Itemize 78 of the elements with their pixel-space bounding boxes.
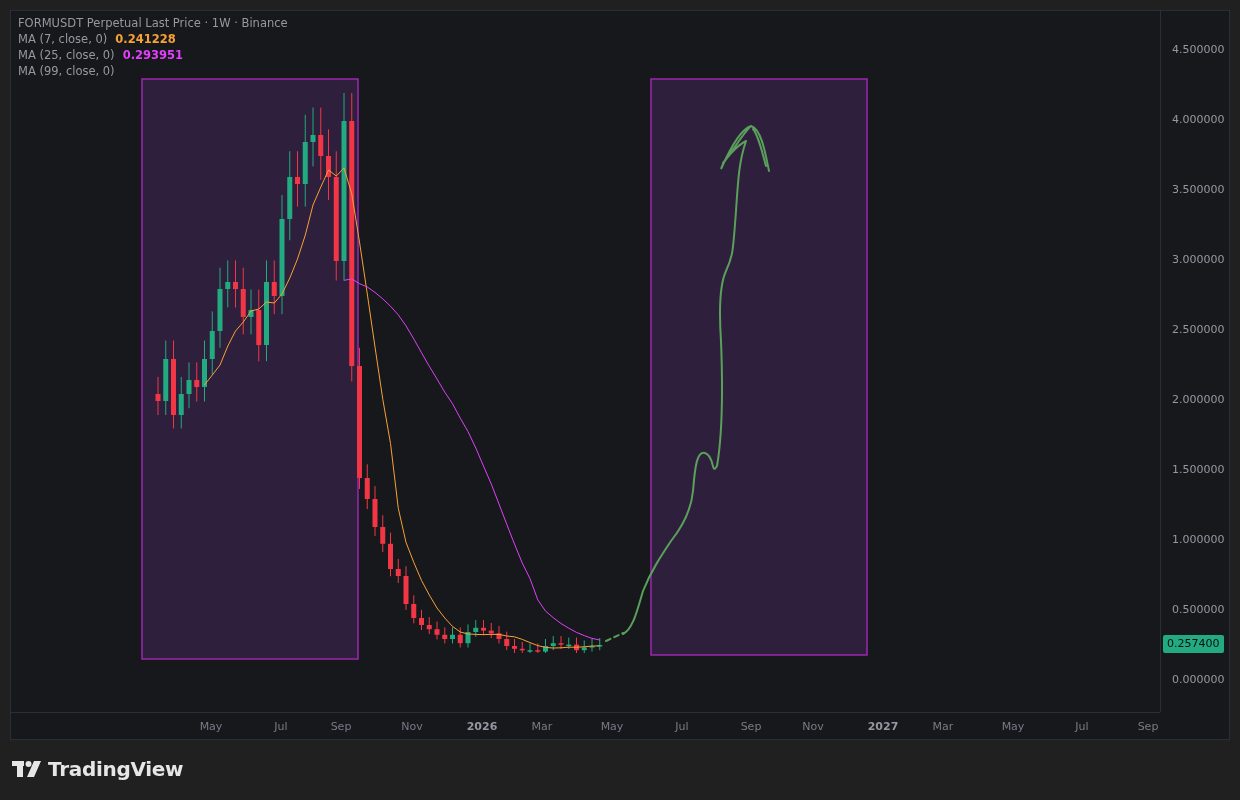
price-label: 3.500000 <box>1172 183 1226 197</box>
candle <box>457 626 463 648</box>
candle <box>527 642 533 654</box>
candle <box>178 376 184 429</box>
date-label: May <box>600 720 624 733</box>
candle <box>395 558 401 584</box>
candle <box>450 626 455 644</box>
date-label: Nov <box>401 720 423 733</box>
candle <box>535 642 541 654</box>
date-label: Nov <box>802 720 824 733</box>
candle <box>465 623 471 648</box>
price-label: 4.000000 <box>1172 113 1226 127</box>
price-label: 1.500000 <box>1172 463 1226 477</box>
brand-name: TradingView <box>48 757 184 781</box>
candle <box>155 376 161 416</box>
indicator-label: MA (99, close, 0) <box>18 64 115 78</box>
price-label: 4.500000 <box>1172 43 1226 57</box>
indicator-value: 0.293951 <box>122 48 183 62</box>
candle <box>310 107 316 167</box>
candle <box>271 259 277 315</box>
candle <box>550 635 556 651</box>
candle <box>473 619 479 638</box>
indicator-value: 0.241228 <box>115 32 176 46</box>
candle <box>574 637 579 654</box>
candle <box>372 485 378 537</box>
candle <box>442 626 448 644</box>
candle <box>589 638 595 653</box>
candle <box>426 616 432 635</box>
candle <box>233 259 238 308</box>
candle <box>434 621 440 640</box>
candle <box>481 619 486 636</box>
candle <box>581 639 587 654</box>
candle <box>504 631 510 651</box>
price-label: 3.000000 <box>1172 253 1226 267</box>
price-label: 2.000000 <box>1172 393 1226 407</box>
logo-icon <box>12 761 42 777</box>
date-label: Sep <box>330 720 352 733</box>
candle <box>388 532 393 577</box>
last-price-badge: 0.257400 <box>1163 635 1224 653</box>
date-label: May <box>199 720 223 733</box>
candle <box>194 361 200 403</box>
candle <box>496 625 502 644</box>
date-label: 2027 <box>867 720 899 733</box>
candle <box>380 514 386 553</box>
date-label: Jul <box>675 720 689 733</box>
candle <box>403 565 409 611</box>
candle <box>543 638 548 654</box>
candle <box>364 463 370 510</box>
candle <box>597 637 603 651</box>
price-label: 0.500000 <box>1172 603 1226 617</box>
date-label: Mar <box>932 720 954 733</box>
price-label: 1.000000 <box>1172 533 1226 547</box>
candle <box>512 638 517 654</box>
price-label: 0.000000 <box>1172 673 1226 687</box>
candle <box>566 637 572 650</box>
date-label: Sep <box>1137 720 1159 733</box>
date-label: Jul <box>1075 720 1089 733</box>
candle <box>419 609 424 631</box>
candle <box>186 361 192 409</box>
date-label: Jul <box>274 720 288 733</box>
indicator-label: MA (25, close, 0) <box>18 48 115 62</box>
candle <box>295 150 300 208</box>
candle <box>248 289 254 335</box>
candle <box>202 340 207 403</box>
date-label: Sep <box>740 720 762 733</box>
chart-title: FORMUSDT Perpetual Last Price · 1W · Binance <box>18 16 288 30</box>
candle <box>558 635 564 650</box>
date-label: Mar <box>531 720 553 733</box>
candle <box>240 267 246 335</box>
price-label: 2.500000 <box>1172 323 1226 337</box>
candle <box>411 594 417 624</box>
indicator-label: MA (7, close, 0) <box>18 32 108 46</box>
date-label: 2026 <box>466 720 498 733</box>
candle <box>225 259 231 308</box>
date-label: May <box>1001 720 1025 733</box>
candle <box>488 622 494 639</box>
candle <box>209 310 215 376</box>
candle <box>519 641 525 654</box>
